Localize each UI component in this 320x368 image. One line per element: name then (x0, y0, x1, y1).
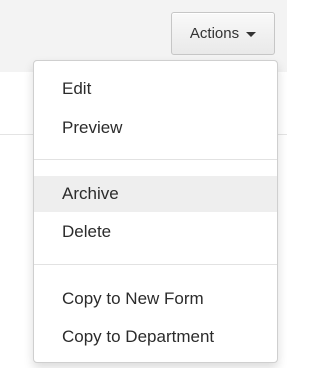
menu-item-archive[interactable]: Archive (34, 176, 277, 212)
menu-item-preview[interactable]: Preview (34, 110, 277, 146)
actions-button-label: Actions (189, 25, 240, 42)
menu-item-edit[interactable]: Edit (34, 71, 277, 107)
actions-dropdown-menu: Edit Preview Archive Delete Copy to New … (33, 60, 278, 363)
actions-button[interactable]: Actions (171, 12, 275, 55)
menu-divider (34, 264, 277, 265)
menu-item-copy-to-new-form[interactable]: Copy to New Form (34, 281, 277, 317)
menu-divider (34, 159, 277, 160)
menu-item-copy-to-department[interactable]: Copy to Department (34, 319, 277, 355)
caret-down-icon (246, 32, 257, 37)
menu-item-delete[interactable]: Delete (34, 214, 277, 250)
